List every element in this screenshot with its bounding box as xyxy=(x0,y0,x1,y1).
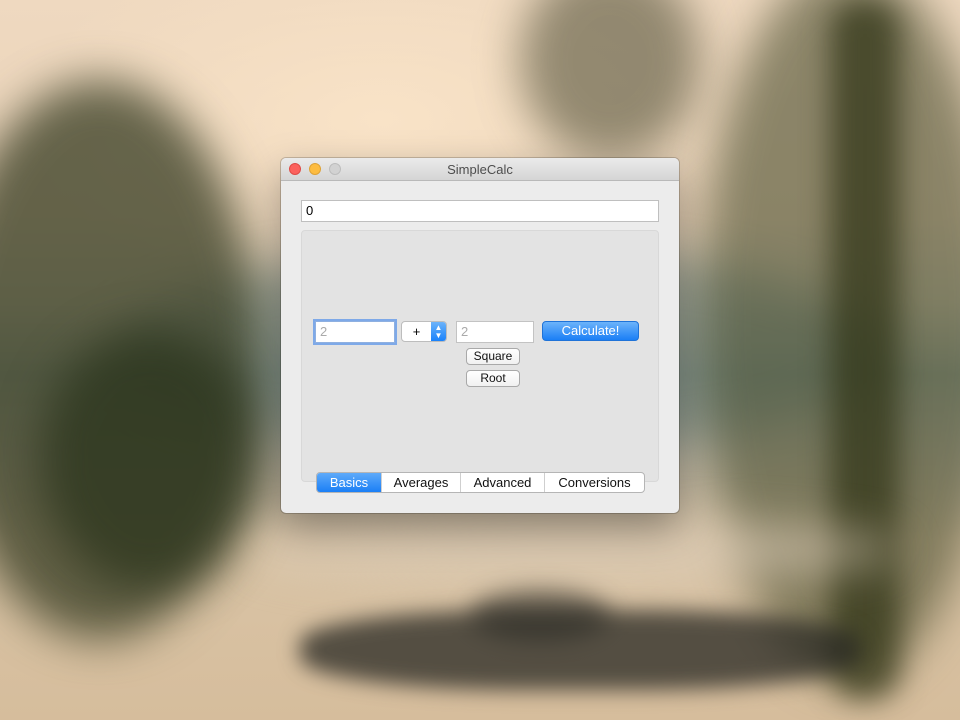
background-tree-trunk xyxy=(830,0,900,700)
window-title: SimpleCalc xyxy=(447,162,513,177)
operator-value: + xyxy=(412,324,421,339)
background-bush-left xyxy=(40,330,260,590)
tab-averages[interactable]: Averages xyxy=(381,473,460,492)
operand1-input[interactable]: 2 xyxy=(315,321,395,343)
tab-selector: Basics Averages Advanced Conversions xyxy=(316,472,645,493)
tab-basics[interactable]: Basics xyxy=(317,473,381,492)
root-button[interactable]: Root xyxy=(466,370,520,387)
tab-advanced[interactable]: Advanced xyxy=(460,473,544,492)
square-button[interactable]: Square xyxy=(466,348,520,365)
background-water xyxy=(250,520,900,580)
desktop-background: SimpleCalc 0 2 + ▲ ▼ 2 Calculate! Square … xyxy=(0,0,960,720)
tab-conversions[interactable]: Conversions xyxy=(544,473,644,492)
simplecalc-window: SimpleCalc 0 2 + ▲ ▼ 2 Calculate! Square … xyxy=(281,158,679,513)
chevron-updown-icon: ▲ ▼ xyxy=(431,322,446,341)
background-boat xyxy=(300,610,860,690)
result-display[interactable]: 0 xyxy=(301,200,659,222)
operand2-input[interactable]: 2 xyxy=(456,321,534,343)
operator-select[interactable]: + ▲ ▼ xyxy=(401,321,447,342)
title-bar[interactable]: SimpleCalc xyxy=(281,158,679,181)
calculate-button[interactable]: Calculate! xyxy=(542,321,639,341)
background-foliage xyxy=(520,0,700,160)
